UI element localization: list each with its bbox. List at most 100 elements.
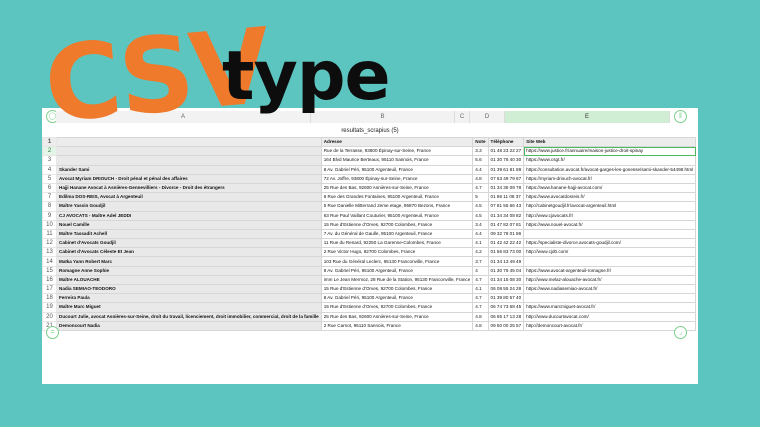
website-cell[interactable]: https://www.justice.fr/annuaire/maison-j… <box>523 146 697 157</box>
row-number[interactable]: 4 <box>42 164 57 175</box>
note-cell[interactable]: 4.7 <box>472 182 489 194</box>
name-cell[interactable]: Edilma DOS-REIS, Avocat à Argenteuil <box>56 192 322 203</box>
note-cell[interactable]: 4.7 <box>472 302 489 313</box>
phone-cell[interactable]: 01 86 11 08 37 <box>487 192 525 203</box>
name-cell[interactable]: Maître Tassadit Achell <box>56 228 322 240</box>
address-cell[interactable]: 25 Rue des Bas, 92600 Asnières-sur-Seine… <box>320 311 474 322</box>
row-number[interactable]: 3 <box>42 155 57 166</box>
website-cell[interactable]: https://www.avocatdosreis.fr/ <box>523 192 697 203</box>
row-number[interactable]: 19 <box>42 302 57 313</box>
row-number[interactable]: 13 <box>42 247 57 258</box>
note-cell[interactable]: 4.4 <box>472 228 489 240</box>
note-cell[interactable]: 4 <box>472 265 489 276</box>
row-number[interactable]: 15 <box>42 265 57 276</box>
address-cell[interactable]: imm Le Jean Mermoz, 28 Rue de la Station… <box>320 274 474 286</box>
phone-cell[interactable]: 09 32 78 01 86 <box>487 228 525 240</box>
website-cell[interactable]: http://www.melaz-alouache-avocat.fr/ <box>523 274 697 286</box>
row-number[interactable]: 20 <box>42 311 57 322</box>
address-cell[interactable]: 6 Rue des Grandes Fontaines, 95100 Argen… <box>320 192 474 203</box>
note-cell[interactable]: 3.4 <box>472 219 489 230</box>
website-cell[interactable]: https://www.nadiasemiao-avocat.fr/ <box>523 283 697 295</box>
name-cell[interactable]: Maïka Yann Robert Marc <box>56 256 322 267</box>
row-number[interactable]: 7 <box>42 192 57 203</box>
name-cell[interactable]: Nadia SEMIAO-TEODORO <box>56 283 322 295</box>
phone-cell[interactable]: 01 48 23 22 27 <box>487 146 525 157</box>
note-cell[interactable]: 4.8 <box>472 311 489 322</box>
address-cell[interactable]: 8 Av. Gabriel Péri, 95100 Argenteuil, Fr… <box>320 265 474 276</box>
name-cell[interactable]: Avocat Myriam DRIOUCH - Droit pénal et p… <box>56 173 322 184</box>
phone-cell[interactable]: 06 08 55 24 28 <box>487 283 525 295</box>
address-cell[interactable]: 72 Av. Joffre, 93800 Épinay-sur-Seine, F… <box>320 173 474 184</box>
note-cell[interactable]: 4.5 <box>472 210 489 221</box>
note-cell[interactable]: 4.1 <box>472 238 489 249</box>
row-number[interactable]: 14 <box>42 256 57 267</box>
phone-cell[interactable]: 01 34 15 08 30 <box>487 274 525 286</box>
header-cell[interactable]: Note <box>472 136 489 148</box>
address-cell[interactable]: 164 Blvd Maurice Berteaux, 95110 Sannois… <box>320 155 474 166</box>
note-cell[interactable]: 5 <box>472 192 489 203</box>
address-cell[interactable]: 5 Rue Danielle Mitterrand 2eme etage, 95… <box>320 201 474 212</box>
resize-handle-icon[interactable]: ⌟ <box>674 326 687 339</box>
name-cell[interactable]: Ducourt Julie, avocat Asnières-sur-Seine… <box>56 311 322 322</box>
phone-cell[interactable]: 01 34 13 49 49 <box>487 256 525 267</box>
website-cell[interactable]: http://cabinetgoudjil.fr/avocat-argenteu… <box>523 201 697 212</box>
phone-cell[interactable]: 07 63 49 79 67 <box>487 173 525 184</box>
phone-cell[interactable]: 01 34 35 09 78 <box>487 182 525 194</box>
address-cell[interactable]: 2 Rue Carnot, 95110 Sannois, France <box>320 320 474 331</box>
website-cell[interactable]: https://myriam-driouch-avocat.fr/ <box>523 173 697 184</box>
phone-cell[interactable]: 01 30 76 40 30 <box>487 155 525 166</box>
website-cell[interactable]: https://specialiste-divorce.avocats-goud… <box>523 238 697 249</box>
address-cell[interactable]: 15 Rue d'Estienne d'Orves, 92700 Colombe… <box>320 219 474 230</box>
website-cell[interactable]: https://www.hanane-hajji-avocat.com/ <box>523 182 697 194</box>
column-header-D[interactable]: D <box>470 111 505 123</box>
website-cell[interactable]: http://demoncourt-avocat.fr/ <box>523 320 697 331</box>
website-cell[interactable]: https://www.marcmiguet-avocat.fr/ <box>523 302 697 313</box>
row-number[interactable]: 11 <box>42 228 57 240</box>
name-cell[interactable]: Nouel Camille <box>56 219 322 230</box>
note-cell[interactable]: 4.7 <box>472 293 489 304</box>
website-cell[interactable]: https://consultation.avocat.fr/avocat-ga… <box>523 164 697 175</box>
row-number[interactable]: 5 <box>42 173 57 184</box>
name-cell[interactable]: Romagne Anne Sophie <box>56 265 322 276</box>
column-header-E[interactable]: E <box>505 111 670 123</box>
phone-cell[interactable]: 01 39 61 81 88 <box>487 164 525 175</box>
name-cell[interactable]: Maître Marc Miguet <box>56 302 322 313</box>
phone-cell[interactable]: 06 74 73 68 45 <box>487 302 525 313</box>
address-cell[interactable]: 25 Rue des Bas, 92600 Asnières-sur-Seine… <box>320 182 474 194</box>
note-cell[interactable]: 4.1 <box>472 283 489 295</box>
phone-cell[interactable]: 01 42 42 22 42 <box>487 238 525 249</box>
name-cell[interactable] <box>56 146 322 157</box>
website-cell[interactable]: https://www.nouel-avocat.fr/ <box>523 219 697 230</box>
note-cell[interactable]: 3.7 <box>472 256 489 267</box>
name-cell[interactable]: Cabinet d'Avocats Céleste Et Jean <box>56 247 322 258</box>
note-cell[interactable]: 4.2 <box>472 247 489 258</box>
note-cell[interactable]: 4.4 <box>472 164 489 175</box>
phone-cell[interactable]: 07 81 55 66 43 <box>487 201 525 212</box>
note-cell[interactable]: 3.3 <box>472 146 489 157</box>
header-cell[interactable]: Adresse <box>320 136 474 148</box>
column-header-C[interactable]: C <box>455 111 470 123</box>
header-cell[interactable]: Téléphone <box>487 136 525 148</box>
phone-cell[interactable]: 01 30 76 45 04 <box>487 265 525 276</box>
phone-cell[interactable]: 01 39 80 57 40 <box>487 293 525 304</box>
name-cell[interactable]: Maître Yassin Goudjil <box>56 201 322 212</box>
website-cell[interactable] <box>523 256 697 267</box>
row-number[interactable]: 16 <box>42 274 57 286</box>
address-cell[interactable]: Rue de la Terrasse, 93800 Épinay-sur-Sei… <box>320 146 474 157</box>
name-cell[interactable]: Cabinet d'Avocats Goudjil <box>56 238 322 249</box>
row-number[interactable]: 8 <box>42 201 57 212</box>
address-cell[interactable]: 11 Rue du Renard, 92250 La Garenne-Colom… <box>320 238 474 249</box>
phone-cell[interactable]: 06 65 17 13 28 <box>487 311 525 322</box>
row-number[interactable]: 18 <box>42 293 57 304</box>
note-cell[interactable]: 4.5 <box>472 201 489 212</box>
name-cell[interactable]: Ferreira Paula <box>56 293 322 304</box>
website-cell[interactable]: http://www.cjavocats.fr/ <box>523 210 697 221</box>
note-cell[interactable]: 4.8 <box>472 320 489 331</box>
resize-handle-icon[interactable]: = <box>46 326 59 339</box>
row-number[interactable]: 9 <box>42 210 57 221</box>
header-cell[interactable]: Site Web <box>523 136 697 148</box>
note-cell[interactable]: 4.7 <box>472 274 489 286</box>
note-cell[interactable]: 5.6 <box>472 155 489 166</box>
name-cell[interactable]: Maître ALOUACHE <box>56 274 322 286</box>
website-cell[interactable] <box>523 228 697 240</box>
